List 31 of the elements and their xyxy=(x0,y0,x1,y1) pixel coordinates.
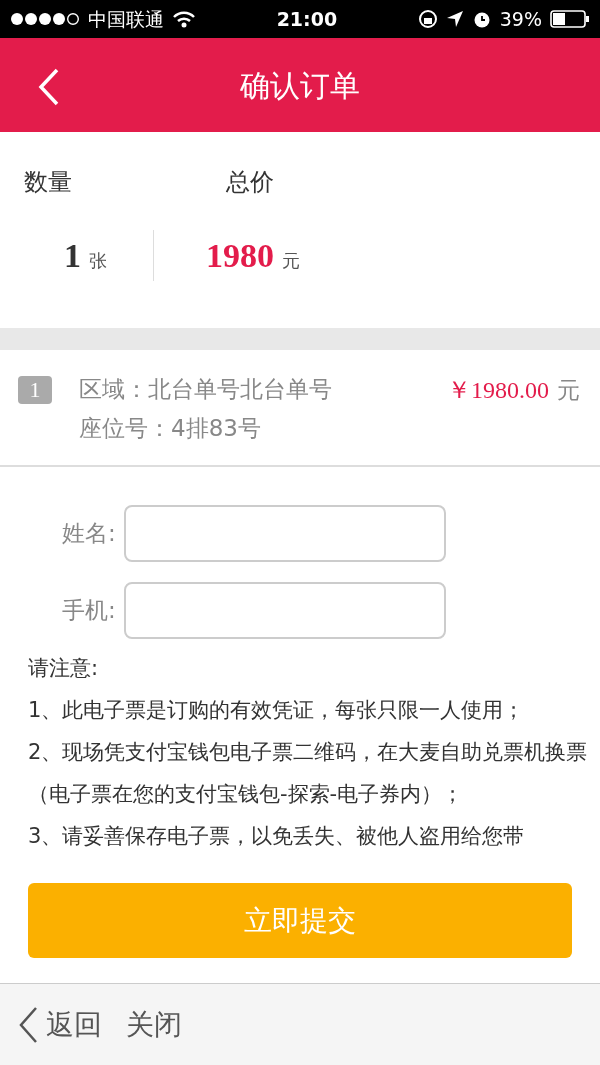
wifi-icon xyxy=(172,10,196,28)
notice-text: 1、此电子票是订购的有效凭证，每张只限一人使用； xyxy=(28,697,526,724)
quantity-label: 数量 xyxy=(24,167,73,198)
chevron-left-icon xyxy=(18,1005,38,1044)
page-title: 确认订单 xyxy=(240,66,360,105)
quantity-value: 1 xyxy=(64,236,81,276)
battery-icon xyxy=(550,9,590,29)
seat-text: 座位号：4排83号 xyxy=(79,413,262,443)
total-price: 1980 xyxy=(206,236,274,276)
field-label: 手机: xyxy=(62,596,116,626)
close-button[interactable]: 关闭 xyxy=(126,1003,182,1046)
notice-text: 2、现场凭支付宝钱包电子票二维码，在大麦自助兑票机换票（电子票在您的支付宝钱包-探索-电子券内）； xyxy=(28,739,589,808)
clock: 21:00 xyxy=(275,6,339,32)
signal-icon xyxy=(10,12,80,26)
location-icon xyxy=(445,10,464,28)
notice-text: 3、请妥善保存电子票，以免丢失、被他人盗用给您带 xyxy=(28,823,526,850)
area-text: 区域：北台单号北台单号 xyxy=(79,375,333,404)
ticket-price: ￥1980.00 xyxy=(447,376,549,405)
total-label: 总价 xyxy=(226,167,274,198)
currency-unit: 元 xyxy=(282,249,300,273)
field-label: 姓名: xyxy=(62,519,116,549)
currency-unit: 元 xyxy=(557,376,580,405)
quantity-unit: 张 xyxy=(89,249,107,273)
input-field[interactable] xyxy=(123,505,446,562)
ticket-number: 1 xyxy=(18,376,52,404)
battery-percent: 39% xyxy=(499,6,542,32)
rotation-lock-icon xyxy=(417,9,438,29)
carrier-name: 中国联通 xyxy=(88,6,164,32)
input-field[interactable] xyxy=(123,582,446,639)
notes-title: 请注意: xyxy=(28,655,100,682)
back-button[interactable]: 返回 xyxy=(18,1003,102,1046)
